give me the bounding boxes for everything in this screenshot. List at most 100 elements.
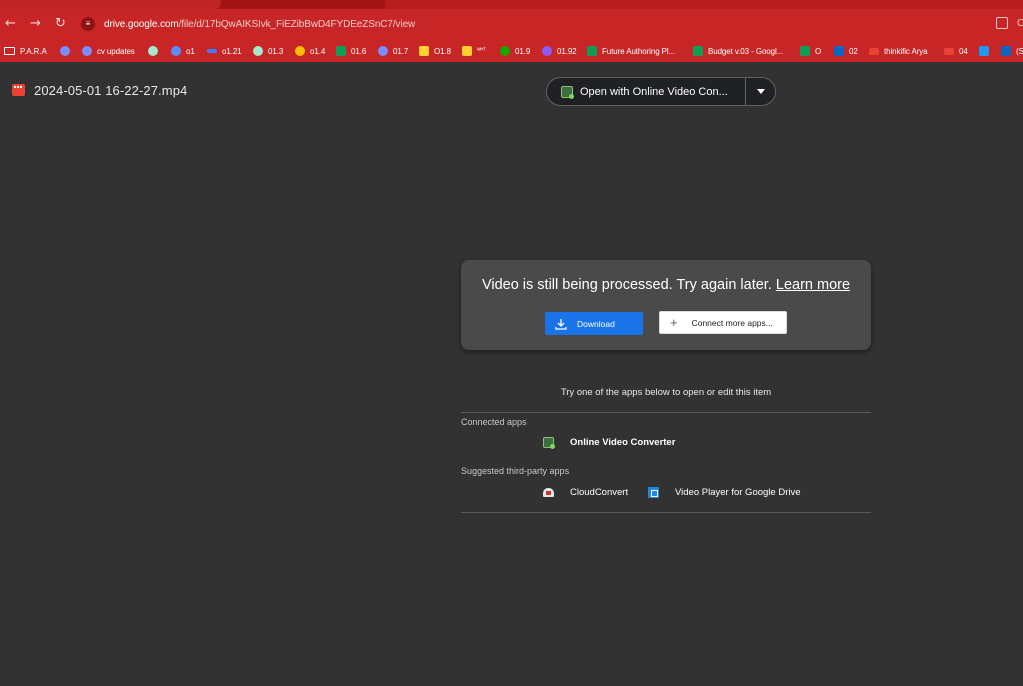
- open-with-dropdown-button[interactable]: [746, 89, 775, 94]
- bookmark-item[interactable]: o1.21: [207, 45, 242, 57]
- inactive-tab[interactable]: [385, 0, 1023, 9]
- online-video-converter-icon: [561, 85, 574, 99]
- bookmark-item[interactable]: 01.6: [336, 45, 366, 57]
- sheets-icon: [693, 46, 703, 56]
- bookmarks-bar: P.A.R.A cv updates o1 o1.21 01.3 o1.4 01…: [0, 40, 1023, 62]
- suggested-apps-heading: Suggested third-party apps: [461, 466, 570, 476]
- bookmark-item[interactable]: O1.8: [419, 45, 451, 57]
- plus-icon: +: [670, 314, 678, 330]
- gear-icon: [542, 46, 552, 56]
- drive-icon: [295, 46, 305, 56]
- apps-intro-text: Try one of the apps below to open or edi…: [560, 387, 772, 398]
- tab-strip: [0, 0, 1023, 9]
- forward-arrow-icon[interactable]: →: [30, 17, 41, 31]
- bookmark-item[interactable]: ᵂᴴᵀ: [462, 45, 486, 57]
- app-label: CloudConvert: [570, 487, 629, 498]
- connect-label: Connect more apps...: [691, 317, 773, 328]
- linkedin-icon: [1001, 46, 1011, 56]
- bookmark-label: P.A.R.A: [20, 46, 47, 56]
- sheets-icon: [800, 46, 810, 56]
- open-with-label: Open with Online Video Con...: [580, 85, 728, 98]
- bookmark-label: o1.21: [222, 46, 242, 56]
- active-tab[interactable]: [0, 0, 221, 9]
- url-host: drive.google.com: [104, 19, 179, 30]
- bookmark-label: Budget v.03 - Googl...: [708, 46, 784, 56]
- bookmark-label: cv updates: [97, 46, 135, 56]
- bookmark-item[interactable]: Budget v.03 - Googl...: [693, 45, 783, 57]
- bookmark-label: 01.92: [557, 46, 577, 56]
- bookmark-item[interactable]: [979, 45, 994, 57]
- bookmark-item[interactable]: (S: [1001, 45, 1023, 57]
- bookmark-label: thinkific Arya: [884, 46, 928, 56]
- sheets-icon: [587, 46, 597, 56]
- app-item-cloudconvert[interactable]: CloudConvert: [543, 487, 628, 498]
- app-item-video-player[interactable]: Video Player for Google Drive: [648, 487, 801, 498]
- download-button[interactable]: Download: [545, 312, 643, 335]
- bookmark-item[interactable]: 04: [944, 45, 968, 57]
- sheets-icon: [336, 46, 346, 56]
- bookmark-label: O1.8: [434, 46, 451, 56]
- gmail-icon: [869, 47, 879, 55]
- bookmark-label: 01.3: [268, 46, 284, 56]
- back-arrow-icon[interactable]: ←: [5, 17, 16, 31]
- bookmark-item[interactable]: 02: [834, 45, 858, 57]
- linkedin-icon: [834, 46, 844, 56]
- site-info-icon[interactable]: ≡: [81, 17, 95, 31]
- bookmark-item[interactable]: P.A.R.A: [4, 45, 47, 57]
- bookmark-label: o1.4: [310, 46, 326, 56]
- wordpress-icon: [82, 46, 92, 56]
- learn-more-link[interactable]: Learn more: [776, 277, 850, 293]
- bookmark-item[interactable]: O: [800, 45, 821, 57]
- bookmark-label: 01.9: [515, 46, 531, 56]
- download-label: Download: [577, 318, 615, 329]
- file-viewer: 2024-05-01 16-22-27.mp4 Open with Online…: [0, 62, 1023, 686]
- app-item-online-video-converter[interactable]: Online Video Converter: [543, 437, 676, 449]
- online-video-converter-icon: [543, 437, 555, 449]
- bookmark-item[interactable]: cv updates: [82, 45, 135, 57]
- divider: [461, 412, 871, 413]
- wordpress-icon: [378, 46, 388, 56]
- bookmark-item[interactable]: 01.92: [542, 45, 577, 57]
- address-bar[interactable]: drive.google.com/file/d/17bQwAIKSIvk_FiE…: [104, 19, 415, 30]
- bookmark-item[interactable]: thinkific Arya: [869, 45, 928, 57]
- caret-down-icon: [756, 89, 765, 94]
- cloudconvert-icon: [543, 488, 554, 497]
- processing-card: Video is still being processed. Try agai…: [461, 260, 871, 350]
- gmail-icon: [944, 47, 954, 55]
- bookmark-item[interactable]: 01.3: [253, 45, 283, 57]
- processing-text: Video is still being processed. Try agai…: [481, 277, 772, 293]
- messenger-icon: [171, 46, 181, 56]
- open-with-button[interactable]: Open with Online Video Con...: [547, 78, 746, 105]
- app-label: Online Video Converter: [570, 437, 676, 448]
- bookmark-item[interactable]: 01.7: [378, 45, 408, 57]
- miro-icon: [462, 46, 472, 56]
- open-with-button-group: Open with Online Video Con...: [546, 77, 776, 106]
- bookmark-item[interactable]: [60, 45, 75, 57]
- video-file-icon: [12, 84, 25, 96]
- video-player-icon: [648, 487, 659, 498]
- bookmark-item[interactable]: [148, 45, 163, 57]
- reload-icon[interactable]: ↻: [55, 17, 66, 31]
- file-title: 2024-05-01 16-22-27.mp4: [34, 83, 188, 98]
- wordpress-icon: [60, 46, 70, 56]
- url-path: /file/d/17bQwAIKSIvk_FiEZibBwD4FYDEeZSnC…: [178, 19, 416, 30]
- bookmark-label: Future Authoring Pl...: [602, 46, 675, 56]
- folder-icon: [4, 47, 15, 55]
- connected-apps-heading: Connected apps: [461, 417, 527, 427]
- bookmark-label: (S: [1016, 46, 1023, 56]
- bookmark-item[interactable]: 01.9: [500, 45, 530, 57]
- bookmark-item[interactable]: o1: [171, 45, 195, 57]
- bookmark-label: 01.6: [351, 46, 367, 56]
- extension-icon[interactable]: C: [1017, 18, 1023, 29]
- bookmark-label: o1: [186, 46, 195, 56]
- bookmark-item[interactable]: o1.4: [295, 45, 325, 57]
- open-in-new-window-icon[interactable]: [996, 17, 1008, 29]
- download-icon: [555, 318, 567, 330]
- miro-icon: [419, 46, 429, 56]
- processing-message: Video is still being processed. Try agai…: [461, 277, 871, 293]
- divider: [461, 512, 871, 513]
- bookmark-item[interactable]: Future Authoring Pl...: [587, 45, 675, 57]
- bookmark-label: 04: [959, 46, 968, 56]
- bookmark-label: 01.7: [393, 46, 409, 56]
- connect-more-apps-button[interactable]: + Connect more apps...: [659, 311, 787, 334]
